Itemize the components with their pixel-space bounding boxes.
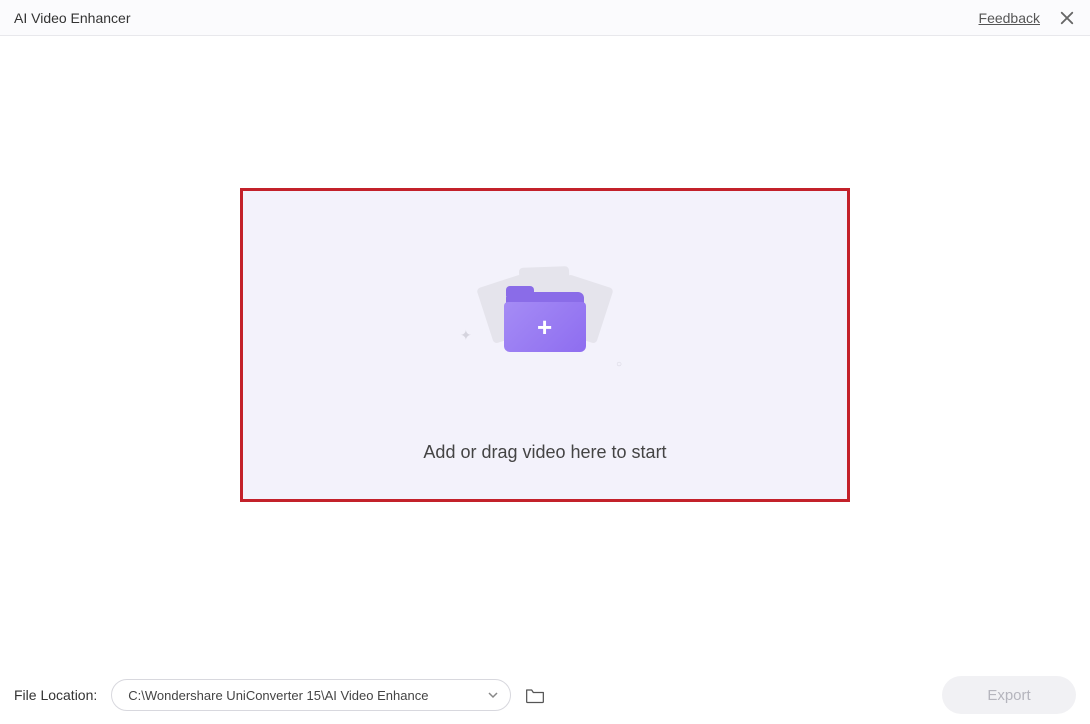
folder-icon — [525, 686, 545, 704]
feedback-link[interactable]: Feedback — [979, 10, 1040, 26]
video-drop-zone[interactable]: ✦ ○ + Add or drag video here to start — [240, 188, 850, 502]
export-button[interactable]: Export — [942, 676, 1076, 714]
main-content: ✦ ○ + Add or drag video here to start — [0, 36, 1090, 666]
sparkle-icon: ✦ — [460, 327, 472, 344]
window-header: AI Video Enhancer Feedback — [0, 0, 1090, 36]
footer-bar: File Location: C:\Wondershare UniConvert… — [0, 666, 1090, 724]
file-location-label: File Location: — [14, 687, 97, 703]
drop-zone-prompt: Add or drag video here to start — [423, 442, 666, 463]
file-path-dropdown[interactable]: C:\Wondershare UniConverter 15\AI Video … — [111, 679, 511, 711]
window-title: AI Video Enhancer — [14, 10, 131, 26]
close-icon — [1058, 9, 1076, 27]
header-actions: Feedback — [979, 9, 1076, 27]
sparkle-icon: ○ — [616, 359, 622, 370]
export-button-label: Export — [987, 687, 1030, 704]
browse-folder-button[interactable] — [525, 686, 545, 704]
chevron-down-icon — [488, 690, 498, 700]
file-path-value: C:\Wondershare UniConverter 15\AI Video … — [128, 688, 428, 703]
close-button[interactable] — [1058, 9, 1076, 27]
drop-illustration: ✦ ○ + — [460, 262, 630, 372]
